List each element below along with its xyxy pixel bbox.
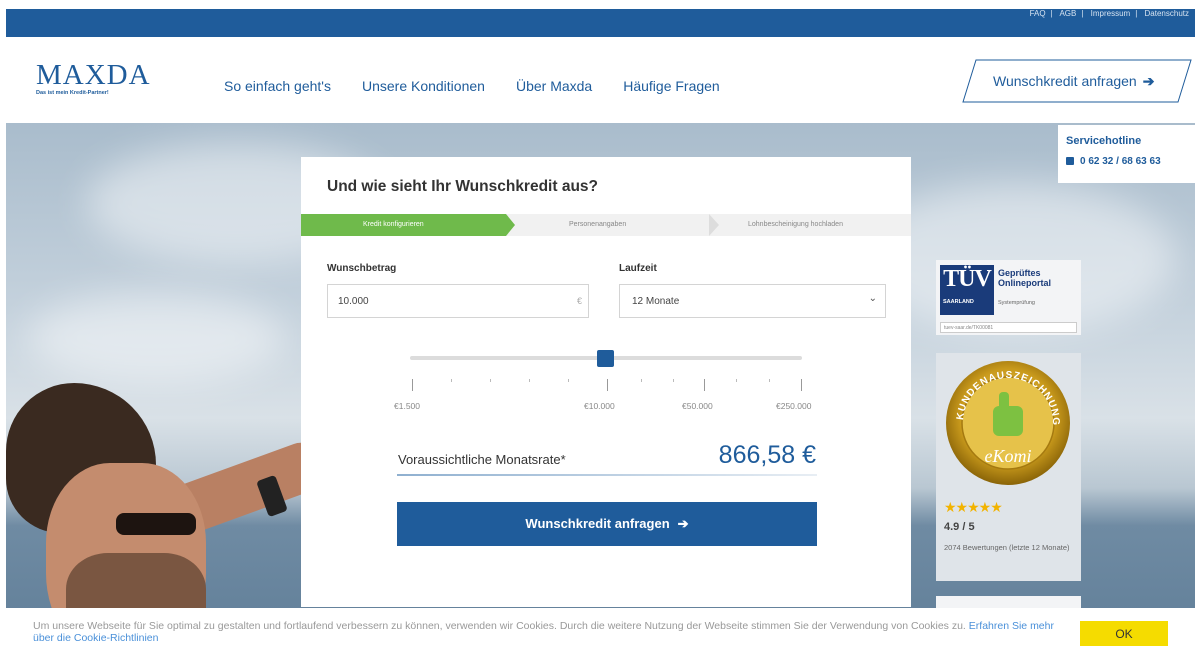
cloud-shape bbox=[26, 293, 286, 383]
rating-stars-icon: ★★★★★ bbox=[944, 499, 1003, 515]
nav-item-ueber-maxda[interactable]: Über Maxda bbox=[516, 78, 592, 94]
slider-tick bbox=[412, 379, 413, 391]
submit-credit-button[interactable]: Wunschkredit anfragen ➔ bbox=[397, 502, 817, 546]
rate-divider bbox=[397, 474, 817, 476]
ekomi-badge[interactable]: KUNDENAUSZEICHNUNG eKomi ★★★★★ 4.9 / 5 2… bbox=[936, 353, 1081, 581]
step-kredit-konfigurieren: Kredit konfigurieren bbox=[363, 221, 424, 228]
top-bar bbox=[6, 9, 1195, 37]
logo-wordmark: MAXDA bbox=[36, 59, 151, 91]
nav-item-konditionen[interactable]: Unsere Konditionen bbox=[362, 78, 485, 94]
cookie-text: Um unsere Webseite für Sie optimal zu ge… bbox=[33, 620, 966, 632]
slider-minor-tick bbox=[736, 379, 737, 382]
faq-link[interactable]: FAQ bbox=[1030, 9, 1046, 18]
tuv-url: tuev-saar.de/TK00081 bbox=[940, 322, 1077, 333]
slider-tick bbox=[704, 379, 705, 391]
slider-minor-tick bbox=[490, 379, 491, 382]
cookie-text-block: Um unsere Webseite für Sie optimal zu ge… bbox=[33, 620, 1073, 644]
header-cta-label: Wunschkredit anfragen bbox=[993, 73, 1137, 89]
site-header: MAXDA Das ist mein Kredit-Partner! So ei… bbox=[6, 37, 1195, 123]
step-personenangaben: Personenangaben bbox=[569, 221, 627, 228]
top-links: FAQ | AGB | Impressum | Datenschutz bbox=[1029, 9, 1189, 18]
tuv-logo-sub: SAARLAND bbox=[943, 299, 974, 305]
slider-label-10000: €10.000 bbox=[584, 401, 615, 411]
sunglasses-shape bbox=[116, 513, 196, 535]
impressum-link[interactable]: Impressum bbox=[1091, 9, 1131, 18]
header-cta-button[interactable]: Wunschkredit anfragen ➔ bbox=[962, 59, 1192, 103]
duration-select[interactable]: 12 Monate ⌄ bbox=[619, 284, 886, 318]
slider-label-50000: €50.000 bbox=[682, 401, 713, 411]
tuv-logo: TÜV SAARLAND bbox=[940, 265, 994, 315]
maxda-logo[interactable]: MAXDA Das ist mein Kredit-Partner! bbox=[36, 59, 151, 97]
duration-label: Laufzeit bbox=[619, 263, 657, 274]
slider-minor-tick bbox=[568, 379, 569, 382]
tuv-title: Geprüftes Onlineportal bbox=[998, 268, 1051, 288]
submit-credit-label: Wunschkredit anfragen bbox=[525, 516, 670, 531]
main-nav: So einfach geht's Unsere Konditionen Übe… bbox=[224, 78, 720, 94]
datenschutz-link[interactable]: Datenschutz bbox=[1145, 9, 1189, 18]
slider-label-min: €1.500 bbox=[394, 401, 420, 411]
credit-form-card: Und wie sieht Ihr Wunschkredit aus? Kred… bbox=[301, 157, 911, 607]
monthly-rate-label: Voraussichtliche Monatsrate* bbox=[398, 452, 566, 467]
arrow-right-icon: ➔ bbox=[1142, 73, 1155, 89]
chevron-down-icon: ⌄ bbox=[868, 293, 877, 304]
tuv-logo-text: TÜV bbox=[943, 266, 992, 292]
amount-slider-handle[interactable] bbox=[597, 350, 614, 367]
ekomi-seal-icon: KUNDENAUSZEICHNUNG eKomi bbox=[946, 361, 1070, 485]
slider-minor-tick bbox=[451, 379, 452, 382]
slider-minor-tick bbox=[673, 379, 674, 382]
monthly-rate-value: 866,58 € bbox=[718, 441, 816, 469]
slider-minor-tick bbox=[641, 379, 642, 382]
slider-minor-tick bbox=[529, 379, 530, 382]
slider-tick bbox=[607, 379, 608, 391]
rating-value: 4.9 / 5 bbox=[944, 521, 975, 533]
arrow-right-icon: ➔ bbox=[677, 516, 689, 531]
amount-input[interactable] bbox=[327, 284, 589, 318]
hotline-number-text: 0 62 32 / 68 63 63 bbox=[1080, 156, 1161, 167]
ekomi-brand: eKomi bbox=[985, 446, 1032, 466]
hotline-title: Servicehotline bbox=[1066, 135, 1142, 147]
slider-label-max: €250.000 bbox=[776, 401, 812, 411]
amount-label: Wunschbetrag bbox=[327, 263, 397, 274]
nav-item-so-einfach[interactable]: So einfach geht's bbox=[224, 78, 331, 94]
phone-icon bbox=[1066, 157, 1074, 165]
review-count: 2074 Bewertungen (letzte 12 Monate) bbox=[944, 543, 1070, 552]
tuv-badge[interactable]: TÜV SAARLAND Geprüftes Onlineportal Syste… bbox=[936, 260, 1081, 335]
tuv-title-line2: Onlineportal bbox=[998, 278, 1052, 288]
progress-steps: Kredit konfigurieren Personenangaben Loh… bbox=[301, 214, 911, 236]
duration-select-value: 12 Monate bbox=[632, 296, 680, 307]
cookie-banner: Um unsere Webseite für Sie optimal zu ge… bbox=[0, 608, 1195, 660]
tuv-title-line1: Geprüftes bbox=[998, 268, 1041, 278]
tuv-subtitle: Systemprüfung bbox=[998, 300, 1035, 306]
slider-tick bbox=[801, 379, 802, 391]
step-chevron-icon bbox=[709, 214, 719, 236]
agb-link[interactable]: AGB bbox=[1059, 9, 1076, 18]
step-lohnbescheinigung: Lohnbescheinigung hochladen bbox=[748, 221, 843, 228]
cookie-ok-button[interactable]: OK bbox=[1080, 621, 1168, 646]
hotline-number[interactable]: 0 62 32 / 68 63 63 bbox=[1066, 156, 1195, 167]
service-hotline: Servicehotline 0 62 32 / 68 63 63 bbox=[1058, 125, 1195, 183]
slider-minor-tick bbox=[769, 379, 770, 382]
form-title: Und wie sieht Ihr Wunschkredit aus? bbox=[327, 178, 599, 195]
euro-icon: € bbox=[577, 296, 583, 306]
nav-item-haeufige-fragen[interactable]: Häufige Fragen bbox=[623, 78, 720, 94]
